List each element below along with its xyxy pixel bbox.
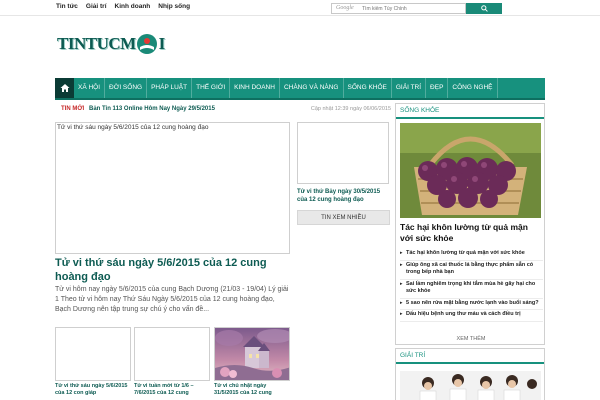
search-icon bbox=[480, 5, 488, 12]
entertainment-box: GIẢI TRÍ bbox=[395, 348, 545, 400]
logo-text-end: I bbox=[158, 34, 166, 53]
health-box: SỐNG KHỎE Tác hại khôn lường từ quả mận … bbox=[395, 103, 545, 345]
plums-image[interactable] bbox=[400, 123, 541, 218]
ticker-label: TIN MỚI bbox=[61, 106, 85, 112]
health-list: Tác hại khôn lường từ quả mận với sức kh… bbox=[400, 249, 543, 322]
thumb-caption-2[interactable]: Tử vi tuần mới từ 1/6 – 7/6/2015 của 12 … bbox=[134, 383, 212, 397]
middle-thumb-image[interactable] bbox=[297, 122, 389, 184]
page: Tin tức Giải trí Kinh doanh Nhịp sống Go… bbox=[0, 0, 600, 400]
nav-cong-nghe[interactable]: CÔNG NGHỆ bbox=[448, 78, 498, 98]
nav-the-gioi[interactable]: THẾ GIỚI bbox=[192, 78, 231, 98]
nav-kinh-doanh[interactable]: KINH DOANH bbox=[230, 78, 280, 98]
search-button[interactable] bbox=[466, 3, 502, 14]
featured-description: Tử vi hôm nay ngày 5/6/2015 của cung Bạc… bbox=[55, 286, 289, 313]
search-box: Google bbox=[331, 3, 466, 14]
health-list-item[interactable]: Dấu hiệu bệnh ung thư máu và cách điều t… bbox=[400, 310, 543, 322]
plum-basket-illustration bbox=[400, 123, 541, 218]
nav-song-khoe[interactable]: SỐNG KHỎE bbox=[344, 78, 392, 98]
nav-chang-va-nang[interactable]: CHÀNG VÀ NÀNG bbox=[280, 78, 344, 98]
health-list-item[interactable]: Tác hại khôn lường từ quả mận với sức kh… bbox=[400, 249, 543, 261]
featured-title[interactable]: Tử vi thứ sáu ngày 5/6/2015 của 12 cung … bbox=[55, 256, 293, 284]
main-nav: XÃ HỘI ĐỜI SỐNG PHÁP LUẬT THẾ GIỚI KINH … bbox=[55, 78, 545, 98]
health-top-title[interactable]: Tác hại khôn lường từ quả mận với sức kh… bbox=[400, 222, 542, 244]
site-logo[interactable]: TINTUCM I bbox=[57, 32, 165, 56]
logo-text: TINTUCM bbox=[57, 34, 136, 53]
entertainment-box-heading[interactable]: GIẢI TRÍ bbox=[396, 349, 544, 364]
most-viewed-button[interactable]: TIN XEM NHIỀU bbox=[297, 210, 390, 225]
featured-image[interactable]: Tử vi thứ sáu ngày 5/6/2015 của 12 cung … bbox=[55, 122, 290, 254]
thumb-image-1[interactable] bbox=[55, 327, 131, 381]
home-button[interactable] bbox=[55, 78, 74, 98]
updated-time: Cập nhật 12:39 ngày 06/06/2015 bbox=[310, 106, 391, 112]
health-box-heading[interactable]: SỐNG KHỎE bbox=[396, 104, 544, 119]
search-input[interactable] bbox=[362, 4, 462, 13]
thumb-image-3[interactable] bbox=[214, 327, 290, 381]
nav-underline bbox=[55, 98, 545, 100]
thumb-caption-1[interactable]: Tử vi thứ sáu ngày 5/6/2015 của 12 con g… bbox=[55, 383, 133, 397]
castle-illustration bbox=[215, 328, 289, 380]
top-link-giai-tri[interactable]: Giải trí bbox=[86, 3, 107, 10]
news-ticker: TIN MỚI Bản Tin 113 Online Hôm Nay Ngày … bbox=[55, 103, 391, 117]
entertainment-image[interactable] bbox=[400, 371, 541, 400]
top-links: Tin tức Giải trí Kinh doanh Nhịp sống bbox=[56, 3, 190, 10]
google-brand: Google bbox=[336, 5, 354, 11]
nav-dep[interactable]: ĐẸP bbox=[426, 78, 449, 98]
see-more-link[interactable]: XEM THÊM bbox=[396, 336, 546, 342]
thumb-image-2[interactable] bbox=[134, 327, 210, 381]
top-link-nhip-song[interactable]: Nhịp sống bbox=[158, 3, 190, 10]
top-bar: Tin tức Giải trí Kinh doanh Nhịp sống Go… bbox=[0, 0, 600, 16]
ticker-headline[interactable]: Bản Tin 113 Online Hôm Nay Ngày 29/5/201… bbox=[89, 106, 215, 112]
group-photo-illustration bbox=[400, 371, 541, 400]
logo-emblem-icon bbox=[136, 34, 157, 54]
nav-doi-song[interactable]: ĐỜI SỐNG bbox=[105, 78, 148, 98]
top-link-tin-tuc[interactable]: Tin tức bbox=[56, 3, 78, 10]
nav-xa-hoi[interactable]: XÃ HỘI bbox=[74, 78, 106, 98]
health-list-item[interactable]: Giúp ông xã cai thuốc lá bằng thực phẩm … bbox=[400, 261, 543, 280]
nav-phap-luat[interactable]: PHÁP LUẬT bbox=[147, 78, 193, 98]
health-list-item[interactable]: 5 sao nên rửa mặt bằng nước lạnh vào buổ… bbox=[400, 299, 543, 310]
top-link-kinh-doanh[interactable]: Kinh doanh bbox=[115, 3, 151, 10]
health-list-item[interactable]: Sai lầm nghiêm trọng khi tắm mùa hè gây … bbox=[400, 280, 543, 299]
thumb-caption-3[interactable]: Tử vi chủ nhật ngày 31/5/2015 của 12 cun… bbox=[214, 383, 292, 397]
nav-items: XÃ HỘI ĐỜI SỐNG PHÁP LUẬT THẾ GIỚI KINH … bbox=[74, 78, 498, 98]
middle-caption[interactable]: Tử vi thứ Bảy ngày 30/5/2015 của 12 cung… bbox=[297, 188, 389, 204]
home-icon bbox=[60, 84, 69, 92]
featured-image-alt: Tử vi thứ sáu ngày 5/6/2015 của 12 cung … bbox=[57, 124, 209, 131]
nav-giai-tri[interactable]: GIẢI TRÍ bbox=[392, 78, 427, 98]
